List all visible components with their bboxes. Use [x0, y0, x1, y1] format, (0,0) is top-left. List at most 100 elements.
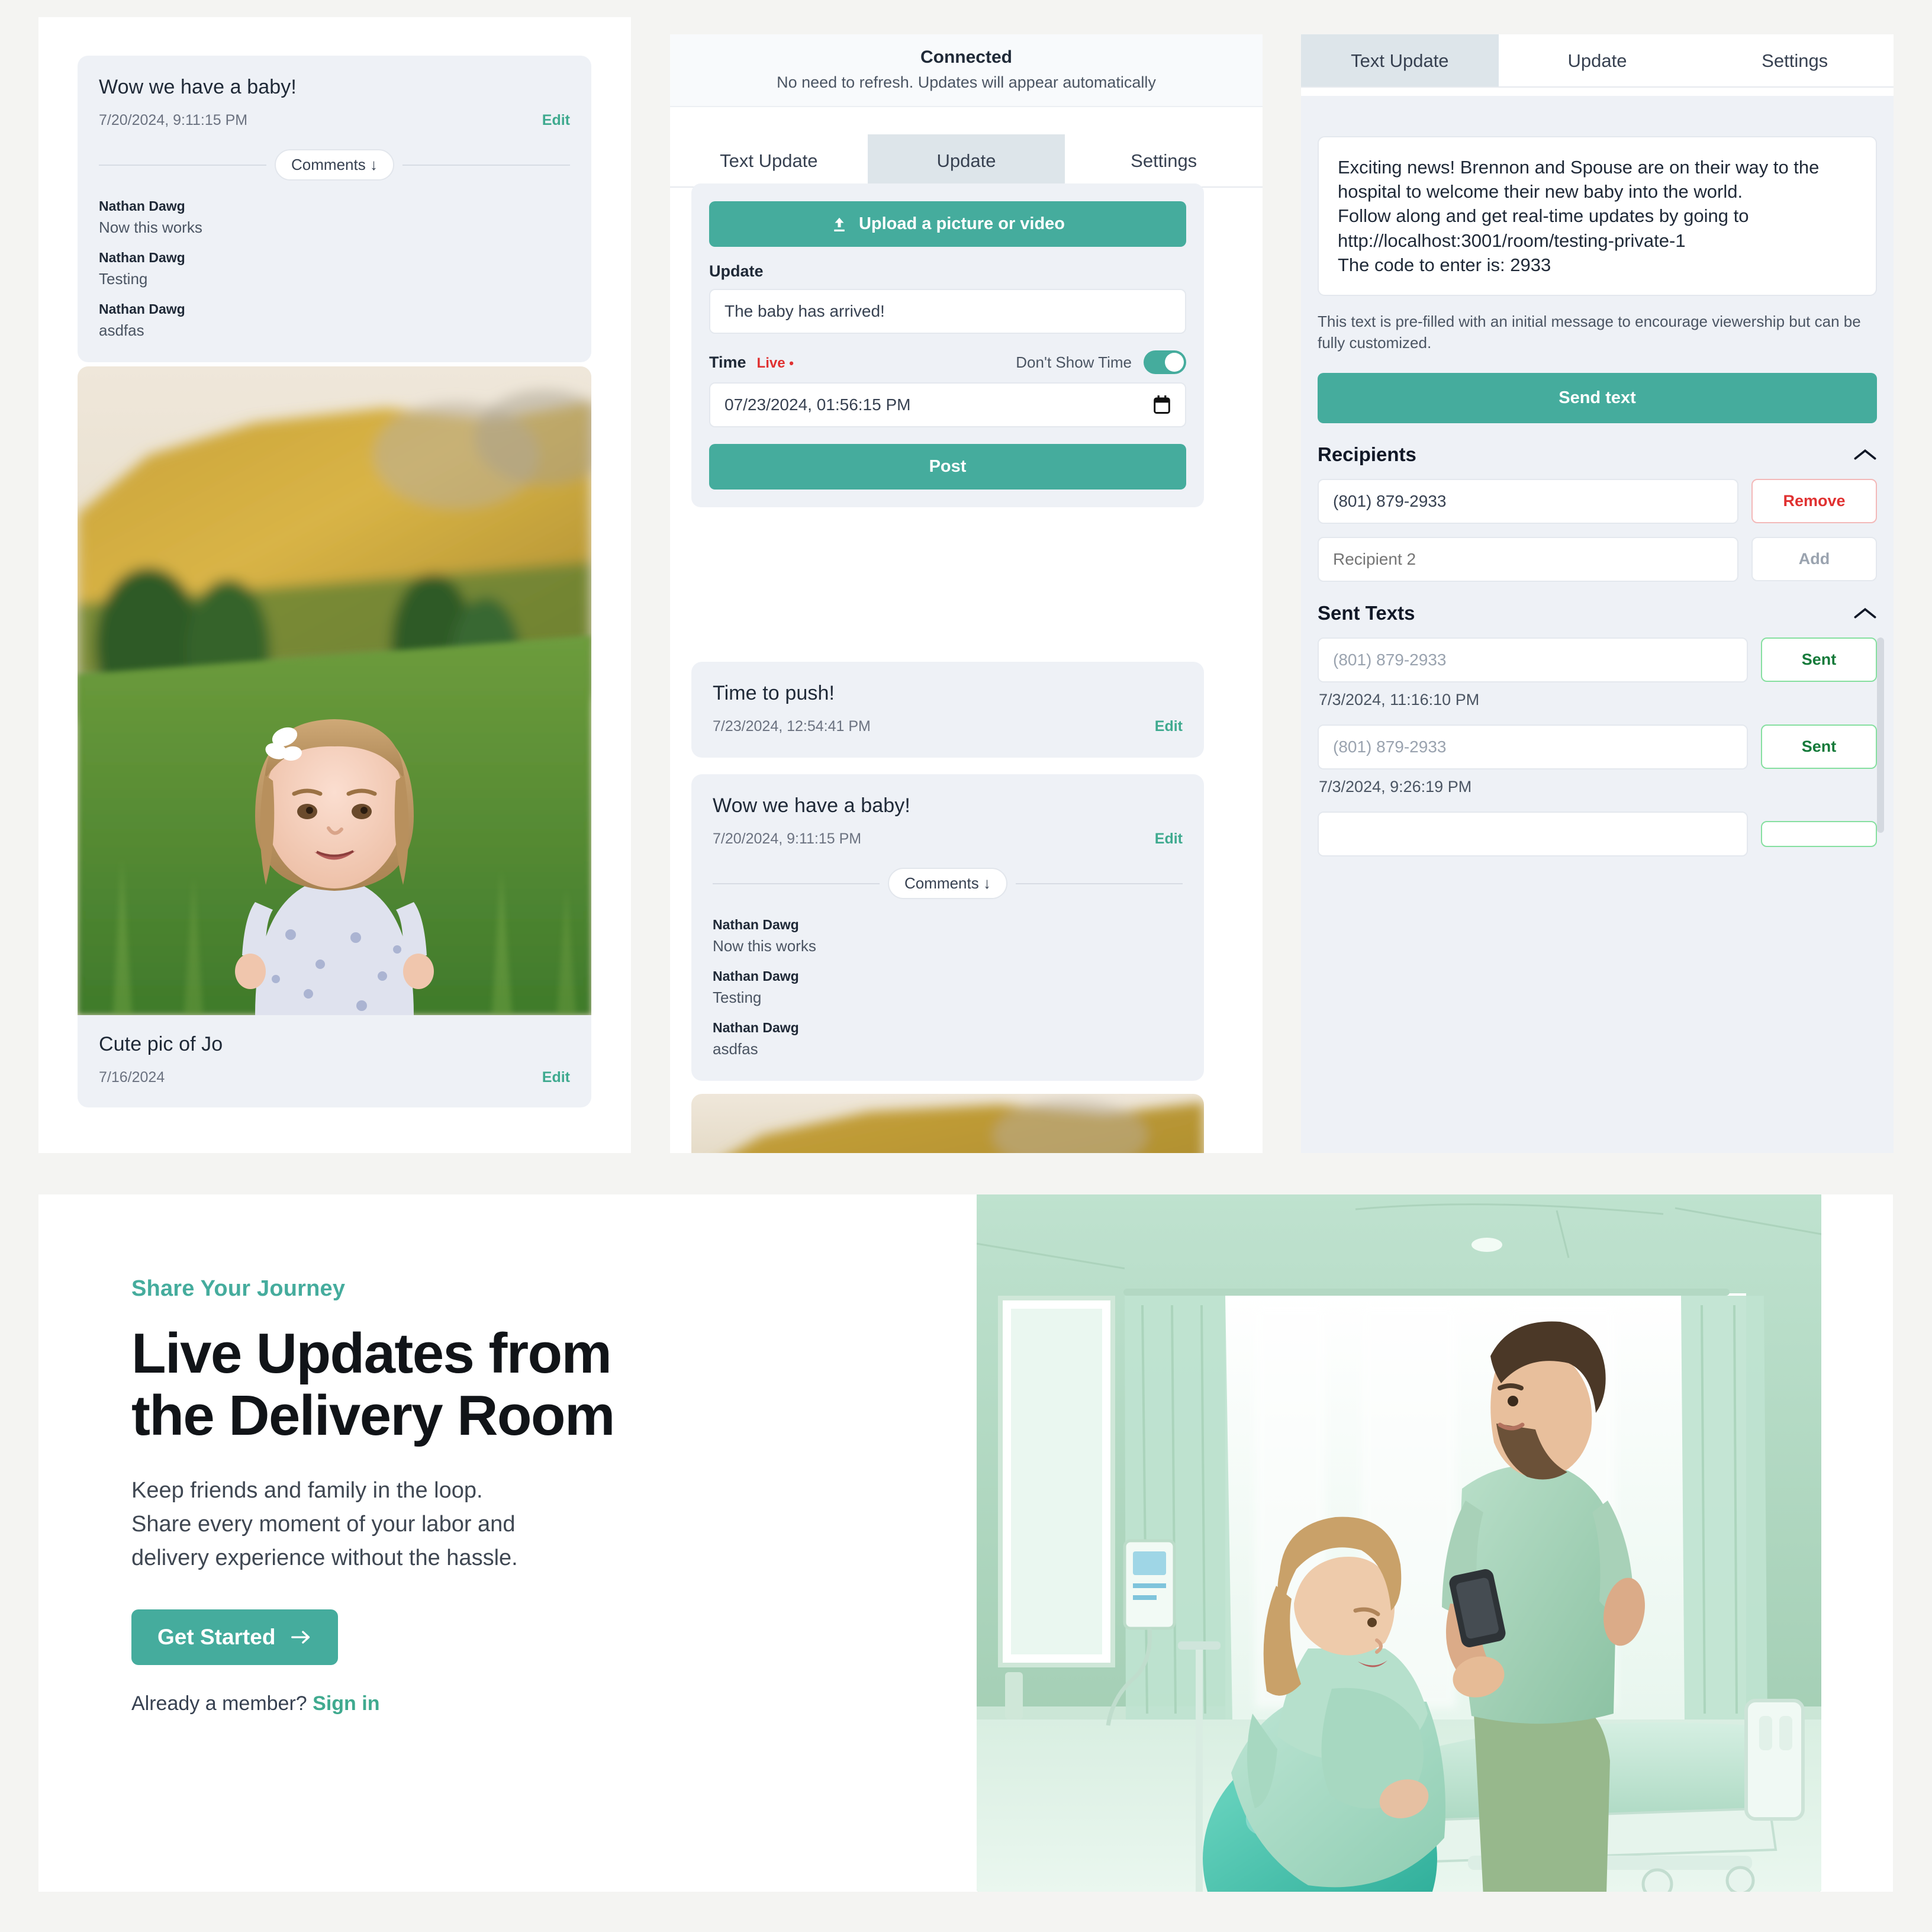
recipient-2-input[interactable]: [1318, 536, 1738, 582]
middle-tab-bar: Text Update Update Settings: [670, 134, 1263, 188]
sent-status-badge: Sent: [1761, 724, 1877, 769]
comment-author: Nathan Dawg: [713, 968, 799, 984]
hero-copy: Share Your Journey Live Updates from the…: [131, 1276, 854, 1715]
sent-texts-scrollbar[interactable]: [1877, 637, 1884, 833]
comment-item: Nathan Dawg Now this works: [713, 917, 1183, 955]
comments-toggle-label: Comments: [904, 874, 979, 892]
comment-item: Nathan Dawg Now this works: [99, 198, 570, 237]
comments-list: Nathan Dawg Now this works Nathan Dawg T…: [99, 198, 570, 340]
text-message-textarea[interactable]: Exciting news! Brennon and Spouse are on…: [1318, 136, 1877, 297]
update-text-input[interactable]: [709, 289, 1186, 334]
right-tab-bar: Text Update Update Settings: [1301, 34, 1894, 88]
toggle-knob: [1165, 353, 1184, 372]
recipients-section-header[interactable]: Recipients: [1318, 443, 1877, 466]
screenshot-root: Wow we have a baby! 7/20/2024, 9:11:15 P…: [0, 0, 1932, 1932]
hero-subtitle-line-2: Share every moment of your labor and: [131, 1512, 516, 1537]
chevron-up-icon[interactable]: [1853, 447, 1877, 462]
upload-media-button[interactable]: Upload a picture or video: [709, 201, 1186, 247]
feed-card-meta: 7/20/2024, 9:11:15 PM Edit: [713, 830, 1183, 848]
live-dot-icon: •: [789, 355, 794, 371]
feed-card-meta: 7/23/2024, 12:54:41 PM Edit: [713, 718, 1183, 735]
photo-caption-area: Cute pic of Jo 7/16/2024 Edit: [78, 1015, 591, 1107]
signin-link[interactable]: Sign in: [313, 1692, 379, 1715]
tab-update[interactable]: Update: [867, 134, 1065, 186]
edit-button[interactable]: Edit: [1155, 718, 1183, 735]
edit-button[interactable]: Edit: [542, 112, 570, 129]
chevron-up-icon[interactable]: [1853, 606, 1877, 620]
arrow-right-icon: [291, 1631, 310, 1644]
update-card-date: 7/20/2024, 9:11:15 PM: [99, 112, 248, 128]
remove-recipient-button[interactable]: Remove: [1751, 479, 1877, 524]
dont-show-time-toggle[interactable]: [1144, 350, 1186, 374]
update-card-meta: 7/20/2024, 9:11:15 PM Edit: [99, 112, 570, 129]
recipients-title: Recipients: [1318, 443, 1416, 465]
right-panel-body: Exciting news! Brennon and Spouse are on…: [1301, 96, 1894, 1153]
sent-status-badge: [1761, 820, 1877, 847]
connection-status-bar: Connected No need to refresh. Updates wi…: [670, 34, 1263, 107]
text-helper-note: This text is pre-filled with an initial …: [1318, 313, 1861, 352]
sent-text-row-partial: [1318, 811, 1877, 856]
sent-texts-list: Sent 7/3/2024, 11:16:10 PM Sent 7/3/2024…: [1318, 637, 1884, 856]
update-card-title: Wow we have a baby!: [99, 76, 297, 98]
comment-text: Now this works: [99, 218, 202, 236]
photo-card: Cute pic of Jo 7/16/2024 Edit: [78, 366, 591, 1107]
get-started-button[interactable]: Get Started: [131, 1609, 339, 1666]
arrow-down-icon: ↓: [369, 156, 378, 173]
photo-caption-date: 7/16/2024: [99, 1069, 165, 1086]
comments-divider: Comments ↓: [99, 149, 570, 181]
recipient-row: Remove: [1318, 478, 1877, 524]
divider-line-left: [99, 164, 267, 166]
comment-text: Testing: [99, 270, 148, 288]
sent-text-row: Sent: [1318, 637, 1877, 682]
upload-media-label: Upload a picture or video: [858, 214, 1065, 233]
feed-photo-partial: [691, 1094, 1204, 1153]
comments-toggle-label: Comments: [291, 156, 366, 173]
tab-text-update[interactable]: Text Update: [1301, 34, 1499, 86]
feed-card: Wow we have a baby! 7/20/2024, 9:11:15 P…: [691, 774, 1204, 1081]
sent-texts-title: Sent Texts: [1318, 601, 1415, 624]
tab-text-update[interactable]: Text Update: [670, 134, 868, 186]
dont-show-time-label: Don't Show Time: [1016, 353, 1132, 371]
hero-illustration: [977, 1194, 1821, 1892]
edit-button[interactable]: Edit: [542, 1069, 570, 1086]
toddler-in-meadow-photo-partial: [691, 1094, 1204, 1153]
recipient-row: Add: [1318, 536, 1877, 582]
sent-text-date: 7/3/2024, 11:16:10 PM: [1319, 690, 1480, 709]
comment-text: Testing: [713, 988, 762, 1006]
send-text-button[interactable]: Send text: [1318, 372, 1877, 423]
calendar-icon[interactable]: [1153, 395, 1171, 414]
sent-text-row: Sent: [1318, 724, 1877, 769]
tab-settings[interactable]: Settings: [1065, 134, 1263, 186]
datetime-input[interactable]: [709, 382, 1186, 427]
sent-text-date: 7/3/2024, 9:26:19 PM: [1319, 777, 1472, 796]
comments-toggle-button[interactable]: Comments ↓: [888, 868, 1007, 899]
sent-text-number: [1318, 811, 1748, 856]
tab-update[interactable]: Update: [1498, 34, 1696, 86]
comments-list: Nathan Dawg Now this works Nathan Dawg T…: [713, 917, 1183, 1058]
divider-line-right: [1015, 883, 1183, 884]
left-preview-panel: Wow we have a baby! 7/20/2024, 9:11:15 P…: [38, 17, 631, 1153]
comment-item: Nathan Dawg asdfas: [99, 301, 570, 340]
tab-settings[interactable]: Settings: [1696, 34, 1894, 86]
feed-card-title: Wow we have a baby!: [713, 794, 910, 817]
update-field-label: Update: [709, 262, 764, 280]
right-text-panel: Text Update Update Settings Exciting new…: [1301, 34, 1894, 1153]
edit-button[interactable]: Edit: [1155, 830, 1183, 848]
add-recipient-button[interactable]: Add: [1751, 537, 1877, 582]
sent-text-number: [1318, 637, 1748, 682]
upload-icon: [834, 217, 845, 231]
post-button[interactable]: Post: [709, 444, 1186, 490]
comment-text: asdfas: [99, 321, 144, 339]
toddler-in-meadow-photo: [78, 366, 591, 1015]
hero-subtitle-line-1: Keep friends and family in the loop.: [131, 1478, 483, 1503]
comment-item: Nathan Dawg Testing: [713, 968, 1183, 1007]
comments-toggle-button[interactable]: Comments ↓: [275, 149, 394, 181]
connection-status-subtitle: No need to refresh. Updates will appear …: [777, 73, 1156, 91]
recipient-1-input[interactable]: [1318, 478, 1738, 524]
comment-text: asdfas: [713, 1040, 758, 1058]
sent-texts-section-header[interactable]: Sent Texts: [1318, 602, 1877, 624]
divider-line-right: [402, 164, 570, 166]
comment-author: Nathan Dawg: [713, 917, 799, 932]
signin-prompt-text: Already a member?: [131, 1692, 307, 1715]
sent-status-badge: Sent: [1761, 637, 1877, 682]
